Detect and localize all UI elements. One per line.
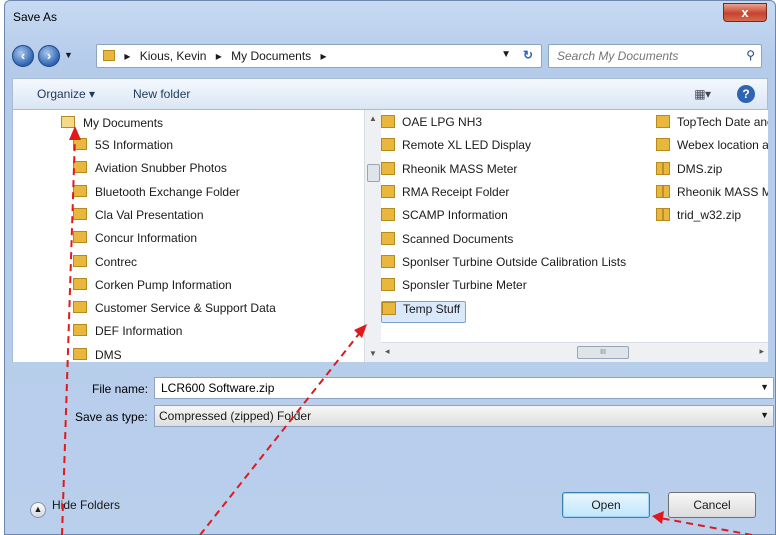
annotation-arrow-to-temp-stuff xyxy=(199,329,363,535)
arrowhead xyxy=(652,511,664,524)
arrowhead xyxy=(354,324,367,338)
annotation-arrow-to-open-button xyxy=(659,517,753,535)
annotation-arrows xyxy=(61,126,753,535)
arrowhead xyxy=(69,126,81,140)
annotation-arrow-to-my-documents xyxy=(61,135,76,535)
